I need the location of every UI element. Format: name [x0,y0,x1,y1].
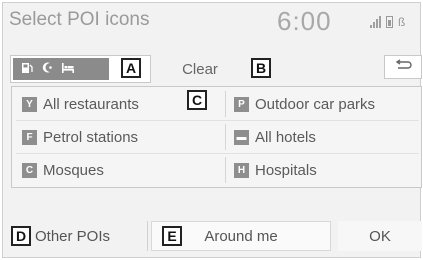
poi-item-label: All restaurants [43,95,139,113]
battery-icon [386,16,393,28]
poi-item-label: Outdoor car parks [255,95,376,113]
signal-icon [370,16,381,28]
hotel-icon: ▬ [234,129,249,145]
poi-item-label: Hospitals [255,161,317,179]
poi-item-mosques[interactable]: C Mosques [22,155,222,185]
bluetooth-icon: ß [398,15,406,29]
column-divider [225,157,226,183]
poi-item-outdoor-car-parks[interactable]: P Outdoor car parks [234,89,419,119]
poi-item-all-hotels[interactable]: ▬ All hotels [234,122,419,152]
poi-item-label: Mosques [43,161,104,179]
fuel-icon: F [22,129,37,145]
back-button[interactable] [384,55,422,79]
mosque-icon [41,61,54,77]
parking-icon: P [234,96,249,112]
callout-d: D [11,226,31,246]
restaurant-icon: Y [22,96,37,112]
around-me-label: Around me [204,227,278,245]
hospital-icon: H [234,162,249,178]
fuel-icon [21,61,34,77]
clock: 6:00 [277,6,332,36]
callout-a: A [121,58,141,78]
other-pois-label: Other POIs [35,227,111,245]
clear-button[interactable]: Clear [155,55,245,83]
selected-category-icons [13,58,109,80]
poi-item-hospitals[interactable]: H Hospitals [234,155,419,185]
poi-category-list: Y All restaurants P Outdoor car parks F … [11,86,422,188]
mosque-icon: C [22,162,37,178]
callout-e: E [162,226,182,246]
other-pois-button[interactable]: D Other POIs [11,221,148,251]
around-me-button[interactable]: E Around me [151,221,331,251]
page-title: Select POI icons [9,9,150,30]
poi-item-petrol-stations[interactable]: F Petrol stations [22,122,222,152]
row-divider [16,153,419,154]
column-divider [225,124,226,150]
poi-item-label: Petrol stations [43,128,139,146]
column-divider [225,91,226,117]
poi-item-label: All hotels [255,128,316,146]
row-divider [16,120,419,121]
callout-c: C [187,90,207,110]
poi-select-screen: Select POI icons 6:00 ß A Clear B Y All … [2,2,422,258]
ok-button[interactable]: OK [338,221,422,251]
callout-b: B [251,58,271,78]
status-icons: ß [370,14,405,28]
back-arrow-icon [394,58,412,76]
hotel-icon [61,61,75,77]
